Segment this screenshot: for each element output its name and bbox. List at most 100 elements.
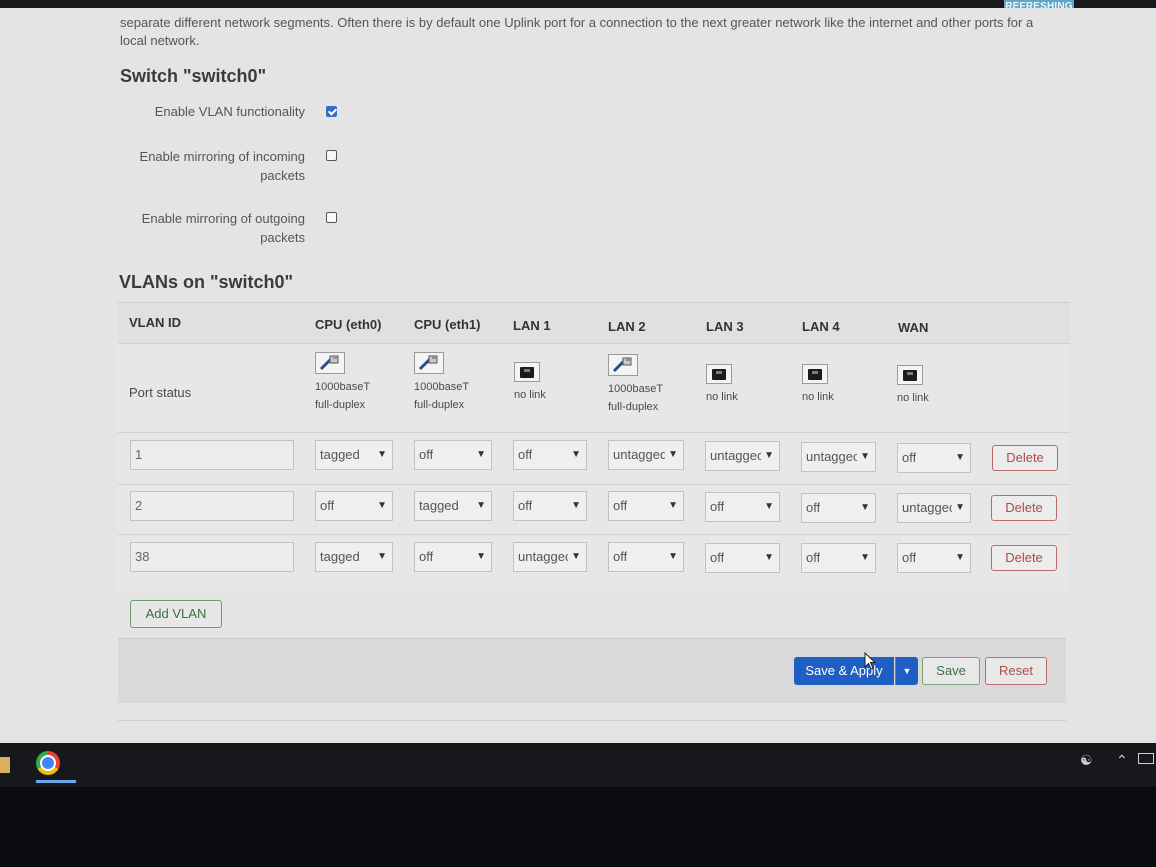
chevron-down-icon: ▼	[377, 500, 387, 511]
chevron-down-icon: ▼	[476, 449, 486, 460]
chevron-down-icon: ▼	[764, 450, 774, 461]
mirror-outgoing-label: Enable mirroring of outgoing packets	[141, 211, 305, 245]
vlan-id-input[interactable]: 2	[130, 491, 294, 521]
windows-taskbar: ☯ ⌃	[0, 743, 1156, 787]
mouse-cursor-icon	[864, 652, 877, 670]
row-divider	[118, 534, 1070, 535]
file-explorer-icon[interactable]	[0, 757, 10, 773]
row-divider	[118, 484, 1070, 485]
chevron-down-icon: ▼	[668, 449, 678, 460]
vlan-id-input[interactable]: 38	[130, 542, 294, 572]
port-select-lan2[interactable]: untagged ▼	[608, 440, 684, 470]
chevron-down-icon: ▼	[955, 502, 965, 513]
reset-button[interactable]: Reset	[985, 657, 1047, 685]
port-status-lan4: no link	[802, 364, 834, 406]
vlan-functionality-label: Enable VLAN functionality	[154, 104, 305, 119]
col-header-cpu-eth1: CPU (eth1)	[414, 317, 481, 332]
chevron-down-icon: ▼	[668, 500, 678, 511]
page-divider	[118, 720, 1066, 721]
ethernet-port-icon	[897, 365, 923, 385]
chevron-down-icon: ▼	[668, 551, 678, 562]
mirror-incoming-checkbox[interactable]	[326, 150, 337, 161]
col-header-lan1: LAN 1	[513, 318, 551, 333]
ethernet-port-icon	[706, 364, 732, 384]
save-apply-dropdown-toggle[interactable]: ▼	[895, 657, 918, 685]
battery-icon[interactable]	[1138, 753, 1154, 764]
chevron-down-icon: ▼	[955, 452, 965, 463]
port-status-wan: no link	[897, 365, 929, 407]
chevron-down-icon: ▼	[571, 551, 581, 562]
port-select-wan[interactable]: off ▼	[897, 543, 971, 573]
port-select-cpu-eth0[interactable]: tagged ▼	[315, 440, 393, 470]
port-select-lan1[interactable]: untaggec ▼	[513, 542, 587, 572]
port-select-lan1[interactable]: off ▼	[513, 491, 587, 521]
port-select-lan3[interactable]: off ▼	[705, 492, 780, 522]
table-header-row: VLAN ID CPU (eth0) CPU (eth1) LAN 1 LAN …	[118, 302, 1070, 344]
port-select-lan3[interactable]: untaggec ▼	[705, 441, 780, 471]
port-status-lan1: no link	[514, 362, 546, 404]
delete-vlan-button[interactable]: Delete	[991, 545, 1057, 571]
col-header-lan4: LAN 4	[802, 319, 840, 334]
chevron-down-icon: ▼	[377, 551, 387, 562]
chevron-down-icon: ▼	[764, 552, 774, 563]
chevron-up-icon[interactable]: ⌃	[1116, 752, 1128, 769]
port-select-cpu-eth1[interactable]: off ▼	[414, 440, 492, 470]
port-select-lan2[interactable]: off ▼	[608, 491, 684, 521]
port-select-cpu-eth1[interactable]: tagged ▼	[414, 491, 492, 521]
ethernet-connected-icon	[315, 352, 345, 374]
chevron-down-icon: ▼	[764, 501, 774, 512]
port-status-cpu-eth1: 1000baseT full-duplex	[414, 352, 469, 414]
save-apply-button[interactable]: Save & Apply	[794, 657, 894, 685]
row-divider	[118, 432, 1070, 433]
port-select-cpu-eth0[interactable]: tagged ▼	[315, 542, 393, 572]
port-select-wan[interactable]: untaggec ▼	[897, 493, 971, 523]
ethernet-connected-icon	[414, 352, 444, 374]
section-description: separate different network segments. Oft…	[120, 15, 1034, 48]
port-select-lan2[interactable]: off ▼	[608, 542, 684, 572]
col-header-wan: WAN	[898, 320, 929, 335]
port-select-cpu-eth1[interactable]: off ▼	[414, 542, 492, 572]
screen-bezel	[0, 787, 1156, 867]
main-content: separate different network segments. Oft…	[0, 8, 1156, 743]
port-select-lan3[interactable]: off ▼	[705, 543, 780, 573]
chevron-down-icon: ▼	[860, 552, 870, 563]
delete-vlan-button[interactable]: Delete	[992, 445, 1058, 471]
vlan-functionality-checkbox[interactable]	[326, 106, 337, 117]
port-select-lan4[interactable]: untaggec ▼	[801, 442, 876, 472]
port-select-lan1[interactable]: off ▼	[513, 440, 587, 470]
col-header-lan2: LAN 2	[608, 319, 646, 334]
mirror-outgoing-checkbox[interactable]	[326, 212, 337, 223]
chevron-down-icon: ▼	[476, 551, 486, 562]
caret-down-icon: ▼	[902, 666, 912, 676]
form-actions-bar: Save & Apply ▼ Save Reset	[118, 638, 1066, 703]
chevron-down-icon: ▼	[377, 449, 387, 460]
mirror-incoming-label: Enable mirroring of incoming packets	[139, 149, 305, 183]
port-status-label: Port status	[129, 385, 192, 400]
col-header-lan3: LAN 3	[706, 319, 744, 334]
chevron-down-icon: ▼	[571, 449, 581, 460]
port-select-cpu-eth0[interactable]: off ▼	[315, 491, 393, 521]
ethernet-connected-icon	[608, 354, 638, 376]
chevron-down-icon: ▼	[955, 552, 965, 563]
port-status-lan3: no link	[706, 364, 738, 406]
save-button[interactable]: Save	[922, 657, 980, 685]
vlan-id-input[interactable]: 1	[130, 440, 294, 470]
chrome-icon[interactable]	[36, 751, 60, 775]
chevron-down-icon: ▼	[860, 502, 870, 513]
col-header-vlan-id: VLAN ID	[129, 315, 181, 330]
chevron-down-icon: ▼	[571, 500, 581, 511]
add-vlan-button[interactable]: Add VLAN	[130, 600, 222, 628]
vlans-section-title: VLANs on "switch0"	[119, 272, 294, 292]
chevron-down-icon: ▼	[860, 451, 870, 462]
col-header-cpu-eth0: CPU (eth0)	[315, 317, 382, 332]
active-app-indicator	[36, 780, 76, 783]
port-select-lan4[interactable]: off ▼	[801, 543, 876, 573]
delete-vlan-button[interactable]: Delete	[991, 495, 1057, 521]
people-icon[interactable]: ☯	[1080, 752, 1093, 769]
port-select-wan[interactable]: off ▼	[897, 443, 971, 473]
chevron-down-icon: ▼	[476, 500, 486, 511]
ethernet-port-icon	[802, 364, 828, 384]
port-select-lan4[interactable]: off ▼	[801, 493, 876, 523]
port-status-lan2: 1000baseT full-duplex	[608, 354, 663, 416]
port-status-cpu-eth0: 1000baseT full-duplex	[315, 352, 370, 414]
